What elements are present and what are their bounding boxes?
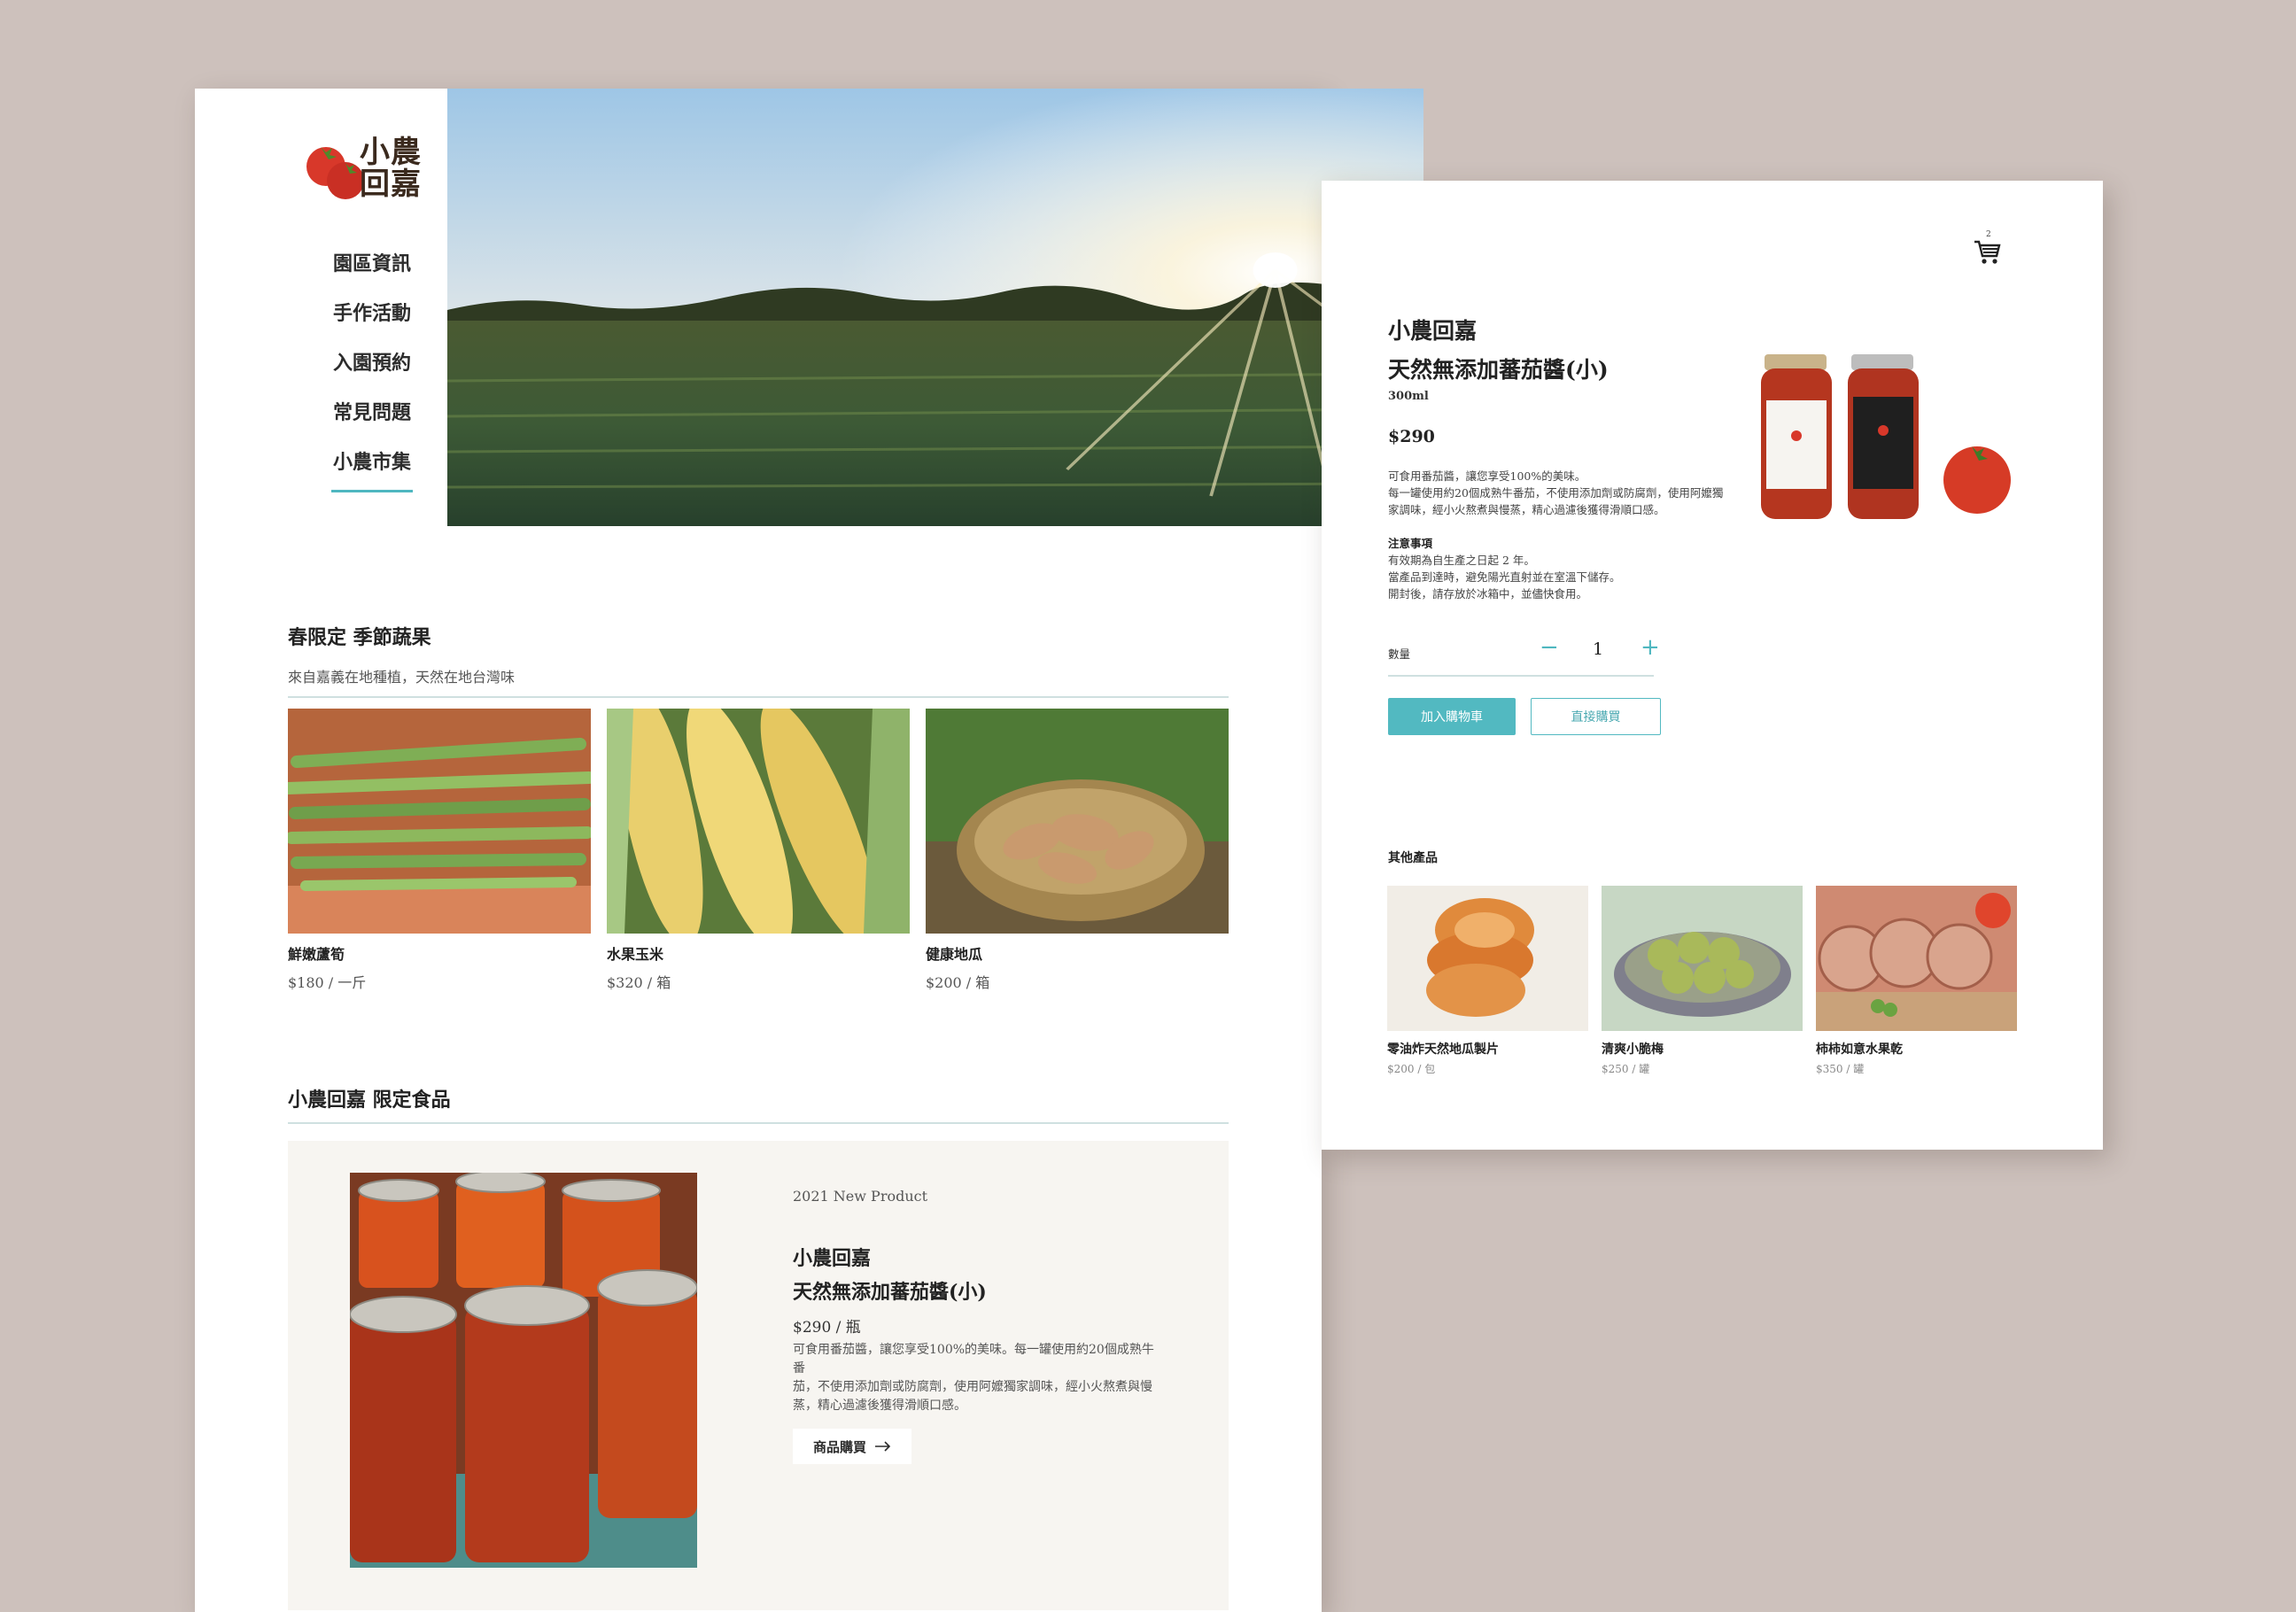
buy-product-label: 商品購買: [812, 1438, 866, 1455]
nav-item-label: 園區資訊: [332, 252, 411, 275]
seasonal-title: 春限定 季節蔬果: [288, 626, 431, 649]
product-notes: 注意事項 有效期為自生產之日起 2 年。 當產品到達時，避免陽光直射並在室溫下儲…: [1388, 535, 1735, 602]
other-product-card[interactable]: 清爽小脆梅 $250 / 罐: [1602, 886, 1803, 1076]
other-product-name: 清爽小脆梅: [1602, 1042, 1664, 1057]
hero-field-image: [447, 89, 1423, 526]
product-name: 天然無添加蕃茄醬(小): [1388, 357, 1609, 383]
main-nav: 園區資訊 手作活動 入園預約 常見問題 小農市集: [292, 239, 452, 492]
product-price: $180 / 一斤: [288, 974, 367, 991]
nav-item-label: 入園預約: [332, 352, 411, 375]
sweet-potato-chips-image: [1387, 886, 1588, 1031]
product-volume: 300ml: [1388, 390, 1429, 403]
nav-item-faq[interactable]: 常見問題: [292, 388, 452, 438]
limited-title: 小農回嘉 限定食品: [288, 1089, 451, 1112]
divider: [1388, 675, 1654, 677]
product-price: $290: [1388, 427, 1435, 446]
plums-image: [1602, 886, 1803, 1031]
cart-button[interactable]: 2: [1974, 230, 2004, 266]
homepage-panel: 小農 回嘉 園區資訊 手作活動 入園預約 常見問題 小農市集 春限定 季節蔬果 …: [195, 89, 1423, 1612]
product-name: 水果玉米: [607, 946, 664, 963]
product-detail-panel: 2 小農回嘉 天然無添加蕃茄醬(小) 300ml $290 可食用番茄醬，讓您享…: [1322, 181, 2103, 1150]
add-to-cart-button[interactable]: 加入購物車: [1388, 698, 1516, 735]
seasonal-subtitle: 來自嘉義在地種植，天然在地台灣味: [288, 669, 516, 686]
other-products-title: 其他產品: [1388, 851, 1438, 865]
arrow-right-icon: [875, 1441, 891, 1452]
buy-now-button[interactable]: 直接購買: [1531, 698, 1661, 735]
promo-tag: 2021 New Product: [793, 1188, 928, 1205]
notes-line: 開封後，請存放於冰箱中，並儘快食用。: [1388, 587, 1588, 601]
nav-item-park-info[interactable]: 園區資訊: [292, 239, 452, 289]
quantity-value: 1: [1593, 639, 1604, 659]
product-card[interactable]: 健康地瓜 $200 / 箱: [926, 709, 1229, 992]
description-line: 可食用番茄醬，讓您享受100%的美味。: [1388, 469, 1586, 483]
description-line: 家調味，經小火熬煮與慢蒸，精心過濾後獲得滑順口感。: [1388, 503, 1665, 516]
nav-item-market[interactable]: 小農市集: [292, 438, 452, 492]
nav-item-workshops[interactable]: 手作活動: [292, 289, 452, 338]
promo-brand: 小農回嘉: [793, 1247, 872, 1270]
promo-product-name: 天然無添加蕃茄醬(小): [793, 1281, 987, 1304]
product-name: 健康地瓜: [926, 946, 983, 963]
increment-button[interactable]: +: [1641, 636, 1660, 659]
promo-price: $290 / 瓶: [793, 1319, 861, 1337]
other-product-price: $350 / 罐: [1816, 1063, 1865, 1075]
other-product-name: 柿柿如意水果乾: [1816, 1042, 1903, 1057]
description-line: 每一罐使用約20個成熟牛番茄，不使用添加劑或防腐劑，使用阿嬤獨: [1388, 486, 1724, 500]
promo-section: 2021 New Product 小農回嘉 天然無添加蕃茄醬(小) $290 /…: [288, 1141, 1229, 1610]
product-card[interactable]: 水果玉米 $320 / 箱: [607, 685, 910, 992]
sweet-potato-image: [926, 709, 1229, 934]
other-product-name: 零油炸天然地瓜製片: [1387, 1042, 1499, 1057]
divider: [288, 696, 1229, 698]
shopping-cart-icon: [1974, 240, 2001, 264]
asparagus-image: [282, 709, 595, 934]
buy-product-button[interactable]: 商品購買: [793, 1429, 911, 1464]
nav-item-booking[interactable]: 入園預約: [292, 338, 452, 388]
nav-item-label: 常見問題: [332, 401, 411, 424]
other-product-price: $250 / 罐: [1602, 1063, 1650, 1075]
notes-line: 有效期為自生產之日起 2 年。: [1388, 554, 1535, 567]
product-brand: 小農回嘉: [1388, 318, 1478, 344]
cart-count: 2: [1986, 230, 1991, 239]
promo-description-line: 茄，不使用添加劑或防腐劑，使用阿嬤獨家調味，經小火熬煮與慢: [793, 1380, 1152, 1394]
nav-item-label: 小農市集: [330, 438, 414, 492]
promo-description: 可食用番茄醬，讓您享受100%的美味。每一罐使用約20個成熟牛番 茄，不使用添加…: [793, 1341, 1165, 1415]
sauce-jars-image: [350, 1173, 697, 1568]
logo-text: 小農 回嘉: [360, 136, 422, 200]
ketchup-jars-image: [1761, 354, 2011, 519]
notes-title: 注意事項: [1388, 537, 1433, 550]
corn-image: [607, 685, 910, 951]
promo-description-line: 可食用番茄醬，讓您享受100%的美味。每一罐使用約20個成熟牛番: [793, 1343, 1154, 1376]
product-description: 可食用番茄醬，讓您享受100%的美味。 每一罐使用約20個成熟牛番茄，不使用添加…: [1388, 468, 1735, 518]
logo-text-line1: 小農: [360, 135, 422, 170]
product-name: 鮮嫩蘆筍: [288, 946, 345, 963]
promo-description-line: 蒸，精心過濾後獲得滑順口感。: [793, 1399, 966, 1413]
nav-item-label: 手作活動: [332, 302, 411, 325]
decrement-button[interactable]: −: [1540, 636, 1559, 659]
quantity-label: 數量: [1388, 647, 1411, 661]
dried-persimmon-image: [1816, 886, 2017, 1031]
divider: [288, 1122, 1229, 1124]
logo-text-line2: 回嘉: [360, 167, 422, 202]
product-card[interactable]: 鮮嫩蘆筍 $180 / 一斤: [282, 709, 595, 992]
product-price: $200 / 箱: [926, 974, 990, 991]
notes-line: 當產品到達時，避免陽光直射並在室溫下儲存。: [1388, 570, 1621, 584]
other-product-card[interactable]: 柿柿如意水果乾 $350 / 罐: [1816, 886, 2017, 1076]
other-product-price: $200 / 包: [1387, 1063, 1436, 1075]
other-product-card[interactable]: 零油炸天然地瓜製片 $200 / 包: [1387, 886, 1588, 1076]
product-price: $320 / 箱: [607, 974, 671, 991]
